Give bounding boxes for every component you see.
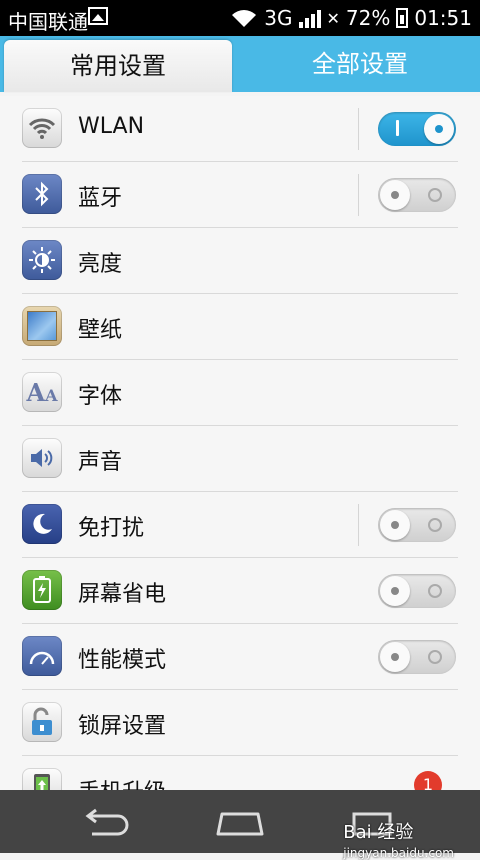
- watermark-brand: Bai 经验: [343, 822, 414, 843]
- sound-icon: [22, 438, 62, 478]
- setting-row-performance[interactable]: 性能模式: [22, 624, 458, 690]
- setting-label: 锁屏设置: [78, 714, 167, 739]
- setting-row-do-not-disturb[interactable]: 免打扰: [22, 492, 458, 558]
- tab-common-settings[interactable]: 常用设置: [4, 40, 232, 92]
- setting-row-power-saving[interactable]: 屏幕省电: [22, 558, 458, 624]
- do-not-disturb-toggle[interactable]: [378, 508, 456, 542]
- setting-row-wlan[interactable]: WLAN: [22, 96, 458, 162]
- battery-percent: 72%: [345, 6, 391, 30]
- no-sim-icon: ✕: [326, 8, 340, 28]
- setting-label: 字体: [78, 384, 123, 409]
- bluetooth-icon: [22, 174, 62, 214]
- divider: [358, 174, 359, 216]
- setting-label: 免打扰: [78, 516, 145, 541]
- font-icon: AA: [22, 372, 62, 412]
- setting-label: 性能模式: [78, 648, 167, 673]
- setting-row-font[interactable]: AA 字体: [22, 360, 458, 426]
- home-button[interactable]: [210, 806, 270, 838]
- bluetooth-toggle[interactable]: [378, 178, 456, 212]
- divider: [358, 504, 359, 546]
- setting-label: 屏幕省电: [78, 582, 167, 607]
- setting-label: WLAN: [78, 114, 145, 139]
- setting-label: 手机升级: [78, 774, 166, 790]
- battery-icon: [396, 8, 409, 28]
- cell-signal-icon: [298, 8, 321, 28]
- wifi-signal-icon: [232, 10, 257, 27]
- watermark-url: jingyan.baidu.com: [343, 846, 454, 860]
- battery-saver-icon: [22, 570, 62, 610]
- clock: 01:51: [414, 6, 472, 30]
- setting-row-bluetooth[interactable]: 蓝牙: [22, 162, 458, 228]
- phone-update-icon: [22, 768, 62, 790]
- moon-icon: [22, 504, 62, 544]
- image-notification-icon: [88, 7, 108, 25]
- status-bar: 中国联通 3G ✕ 72% 01:51: [0, 0, 480, 36]
- network-type: 3G: [264, 6, 293, 30]
- tab-all-settings[interactable]: 全部设置: [240, 36, 480, 92]
- speedometer-icon: [22, 636, 62, 676]
- divider: [358, 108, 359, 150]
- update-count-badge: 1: [414, 771, 442, 790]
- wallpaper-icon: [22, 306, 62, 346]
- setting-label: 蓝牙: [78, 186, 123, 211]
- settings-list: WLAN 蓝牙 亮度 壁纸 A A 字体 声音 免打扰 屏幕省电 性能模式 锁屏…: [0, 96, 480, 790]
- power-saving-toggle[interactable]: [378, 574, 456, 608]
- back-button[interactable]: [78, 806, 138, 838]
- setting-label: 壁纸: [78, 318, 123, 343]
- baidu-watermark: Bai 经验 jingyan.baidu.com: [343, 818, 454, 860]
- carrier-name: 中国联通: [8, 10, 88, 34]
- settings-tabs: 常用设置 全部设置: [0, 36, 480, 92]
- setting-label: 声音: [78, 450, 123, 475]
- setting-row-lock-screen[interactable]: 锁屏设置: [22, 690, 458, 756]
- setting-row-brightness[interactable]: 亮度: [22, 228, 458, 294]
- lock-icon: [22, 702, 62, 742]
- wlan-toggle[interactable]: [378, 112, 456, 146]
- wifi-icon: [22, 108, 62, 148]
- setting-row-wallpaper[interactable]: 壁纸: [22, 294, 458, 360]
- brightness-icon: [22, 240, 62, 280]
- setting-row-system-update[interactable]: 手机升级 1: [22, 756, 458, 790]
- setting-row-sound[interactable]: 声音: [22, 426, 458, 492]
- setting-label: 亮度: [78, 252, 123, 277]
- performance-toggle[interactable]: [378, 640, 456, 674]
